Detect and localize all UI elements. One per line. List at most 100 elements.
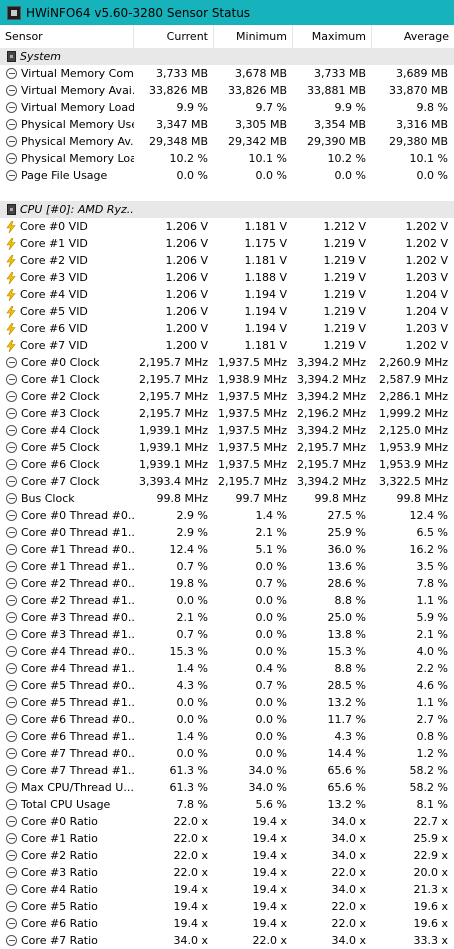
maximum-value: 1.219 V [323,271,366,284]
table-row[interactable]: Core #2 Clock 2,195.7 MHz 1,937.5 MHz 3,394… [0,388,454,405]
table-row[interactable]: Core #5 Ratio 19.4 x 19.4 x 22.0 x 19.6 x [0,898,454,915]
table-row[interactable]: Core #5 Clock 1,939.1 MHz 1,937.5 MHz 2,195… [0,439,454,456]
minimum-value: 19.4 x [252,849,288,862]
table-row[interactable]: Core #2 VID 1.206 V 1.181 V 1.219 V 1.202 V [0,252,454,269]
sensor-name-cell: Core #5 VID [0,303,134,320]
table-row[interactable]: Core #3 VID 1.206 V 1.188 V 1.219 V 1.203 V [0,269,454,286]
table-row[interactable]: Virtual Memory Avai... 33,826 MB 33,826 MB… [0,82,454,99]
table-row[interactable]: Core #7 VID 1.200 V 1.181 V 1.219 V 1.202 V [0,337,454,354]
sensor-label: Total CPU Usage [21,798,111,811]
table-row[interactable]: Core #3 Ratio 22.0 x 19.4 x 22.0 x 20.0 x [0,864,454,881]
table-row[interactable]: Core #4 Ratio 19.4 x 19.4 x 34.0 x 21.3 x [0,881,454,898]
window-title: HWiNFO64 v5.60-3280 Sensor Status [26,5,251,20]
average-value: 19.6 x [413,917,449,930]
current-value: 19.4 x [173,900,209,913]
table-row[interactable]: Core #7 Ratio 34.0 x 22.0 x 34.0 x 33.3 x [0,932,454,949]
current-value: 3,733 MB [155,67,208,80]
table-row[interactable]: Core #1 VID 1.206 V 1.175 V 1.219 V 1.202 V [0,235,454,252]
table-row[interactable]: Max CPU/Thread U... 61.3 % 34.0 % 65.6 % 58.… [0,779,454,796]
maximum-value [293,48,372,65]
group-row[interactable]: System [0,48,454,65]
average-value: 2.1 % [416,628,448,641]
maximum-value: 3,733 MB [313,67,366,80]
maximum-value: 34.0 x [331,832,367,845]
current-value: 0.0 % [176,696,208,709]
table-row[interactable]: Core #7 Clock 3,393.4 MHz 2,195.7 MHz 3,394… [0,473,454,490]
group-row[interactable]: CPU [#0]: AMD Ryz... [0,201,454,218]
table-row[interactable]: Virtual Memory Load 9.9 % 9.7 % 9.9 % 9.8 % [0,99,454,116]
minimum-value: 9.7 % [255,101,287,114]
table-row[interactable]: Core #4 Thread #0... 15.3 % 0.0 % 15.3 % 4.0… [0,643,454,660]
sensor-name-cell: Core #1 Thread #1... [0,558,134,575]
table-row[interactable]: Core #4 Thread #1... 1.4 % 0.4 % 8.8 % 2.2 % [0,660,454,677]
column-header-sensor[interactable]: Sensor [0,25,134,48]
minimum-value: 1,937.5 MHz [217,458,287,471]
gauge-icon [6,153,17,164]
table-row[interactable]: Core #0 Thread #1... 2.9 % 2.1 % 25.9 % 6.5 … [0,524,454,541]
table-row[interactable]: Virtual Memory Com... 3,733 MB 3,678 MB 3,7… [0,65,454,82]
table-row[interactable]: Core #0 VID 1.206 V 1.181 V 1.212 V 1.202 V [0,218,454,235]
minimum-value: 2,195.7 MHz [217,475,287,488]
table-row[interactable]: Core #6 Thread #1... 1.4 % 0.0 % 4.3 % 0.8 % [0,728,454,745]
table-row[interactable]: Physical Memory Av... 29,348 MB 29,342 MB 2… [0,133,454,150]
table-row[interactable]: Core #0 Thread #0... 2.9 % 1.4 % 27.5 % 12.4… [0,507,454,524]
sensor-label: Core #5 Thread #0... [21,679,134,692]
table-row[interactable]: Core #0 Ratio 22.0 x 19.4 x 34.0 x 22.7 x [0,813,454,830]
maximum-value: 3,394.2 MHz [296,373,366,386]
current-value: 1,939.1 MHz [138,458,208,471]
current-value: 29,348 MB [148,135,208,148]
current-value: 0.0 % [176,594,208,607]
table-row[interactable]: Core #7 Thread #1... 61.3 % 34.0 % 65.6 % 58… [0,762,454,779]
minimum-value: 1,937.5 MHz [217,407,287,420]
minimum-value: 19.4 x [252,815,288,828]
table-row[interactable]: Core #2 Ratio 22.0 x 19.4 x 34.0 x 22.9 x [0,847,454,864]
gauge-icon [6,578,17,589]
column-header-maximum[interactable]: Maximum [293,25,372,48]
minimum-value: 19.4 x [252,883,288,896]
sensor-name-cell: System [0,48,134,65]
table-row[interactable]: Core #2 Thread #1... 0.0 % 0.0 % 8.8 % 1.1 % [0,592,454,609]
table-row[interactable]: Core #1 Thread #1... 0.7 % 0.0 % 13.6 % 3.5 … [0,558,454,575]
table-row[interactable]: Core #7 Thread #0... 0.0 % 0.0 % 14.4 % 1.2 … [0,745,454,762]
table-row[interactable]: Core #6 Clock 1,939.1 MHz 1,937.5 MHz 2,195… [0,456,454,473]
current-value: 19.8 % [169,577,208,590]
window-titlebar[interactable]: HWiNFO64 v5.60-3280 Sensor Status [0,0,454,25]
table-row[interactable]: Core #5 Thread #0... 4.3 % 0.7 % 28.5 % 4.6 … [0,677,454,694]
current-value: 2.9 % [176,526,208,539]
table-row[interactable]: Core #4 VID 1.206 V 1.194 V 1.219 V 1.204 V [0,286,454,303]
sensor-name-cell: Core #3 Ratio [0,864,134,881]
minimum-value: 0.0 % [255,696,287,709]
minimum-value: 0.0 % [255,713,287,726]
column-header-minimum[interactable]: Minimum [214,25,293,48]
table-row[interactable]: Core #1 Clock 2,195.7 MHz 1,938.9 MHz 3,394… [0,371,454,388]
average-value: 1.202 V [405,237,448,250]
table-row[interactable]: Core #5 Thread #1... 0.0 % 0.0 % 13.2 % 1.1 … [0,694,454,711]
table-row[interactable]: Total CPU Usage 7.8 % 5.6 % 13.2 % 8.1 % [0,796,454,813]
table-row[interactable]: Core #6 Ratio 19.4 x 19.4 x 22.0 x 19.6 x [0,915,454,932]
column-header-current[interactable]: Current [134,25,214,48]
table-row[interactable]: Core #5 VID 1.206 V 1.194 V 1.219 V 1.204 V [0,303,454,320]
table-row[interactable]: Core #6 VID 1.200 V 1.194 V 1.219 V 1.203 V [0,320,454,337]
table-row[interactable]: Core #3 Thread #0... 2.1 % 0.0 % 25.0 % 5.9 … [0,609,454,626]
table-row[interactable]: Core #6 Thread #0... 0.0 % 0.0 % 11.7 % 2.7 … [0,711,454,728]
table-row[interactable]: Core #2 Thread #0... 19.8 % 0.7 % 28.6 % 7.8… [0,575,454,592]
average-value: 10.1 % [409,152,448,165]
table-row[interactable]: Core #3 Thread #1... 0.7 % 0.0 % 13.8 % 2.1 … [0,626,454,643]
column-header-average[interactable]: Average [372,25,454,48]
sensor-name-cell: Core #4 Thread #0... [0,643,134,660]
average-value: 9.8 % [416,101,448,114]
table-row[interactable]: Core #1 Ratio 22.0 x 19.4 x 34.0 x 25.9 x [0,830,454,847]
table-row[interactable]: Physical Memory Load 10.2 % 10.1 % 10.2 % 10… [0,150,454,167]
table-row[interactable]: Core #3 Clock 2,195.7 MHz 1,937.5 MHz 2,196… [0,405,454,422]
average-value: 1.1 % [416,696,448,709]
table-row[interactable]: Physical Memory Used 3,347 MB 3,305 MB 3,35… [0,116,454,133]
average-value: 0.8 % [416,730,448,743]
table-row[interactable]: Core #1 Thread #0... 12.4 % 5.1 % 36.0 % 16.… [0,541,454,558]
sensor-name-cell: Core #2 Clock [0,388,134,405]
sensor-label: Core #0 Thread #1... [21,526,134,539]
table-row[interactable]: Page File Usage 0.0 % 0.0 % 0.0 % 0.0 % [0,167,454,184]
table-row[interactable]: Bus Clock 99.8 MHz 99.7 MHz 99.8 MHz 99.8 MH… [0,490,454,507]
table-row[interactable]: Core #4 Clock 1,939.1 MHz 1,937.5 MHz 3,394… [0,422,454,439]
sensor-name-cell: Virtual Memory Load [0,99,134,116]
table-row[interactable]: Core #0 Clock 2,195.7 MHz 1,937.5 MHz 3,394… [0,354,454,371]
